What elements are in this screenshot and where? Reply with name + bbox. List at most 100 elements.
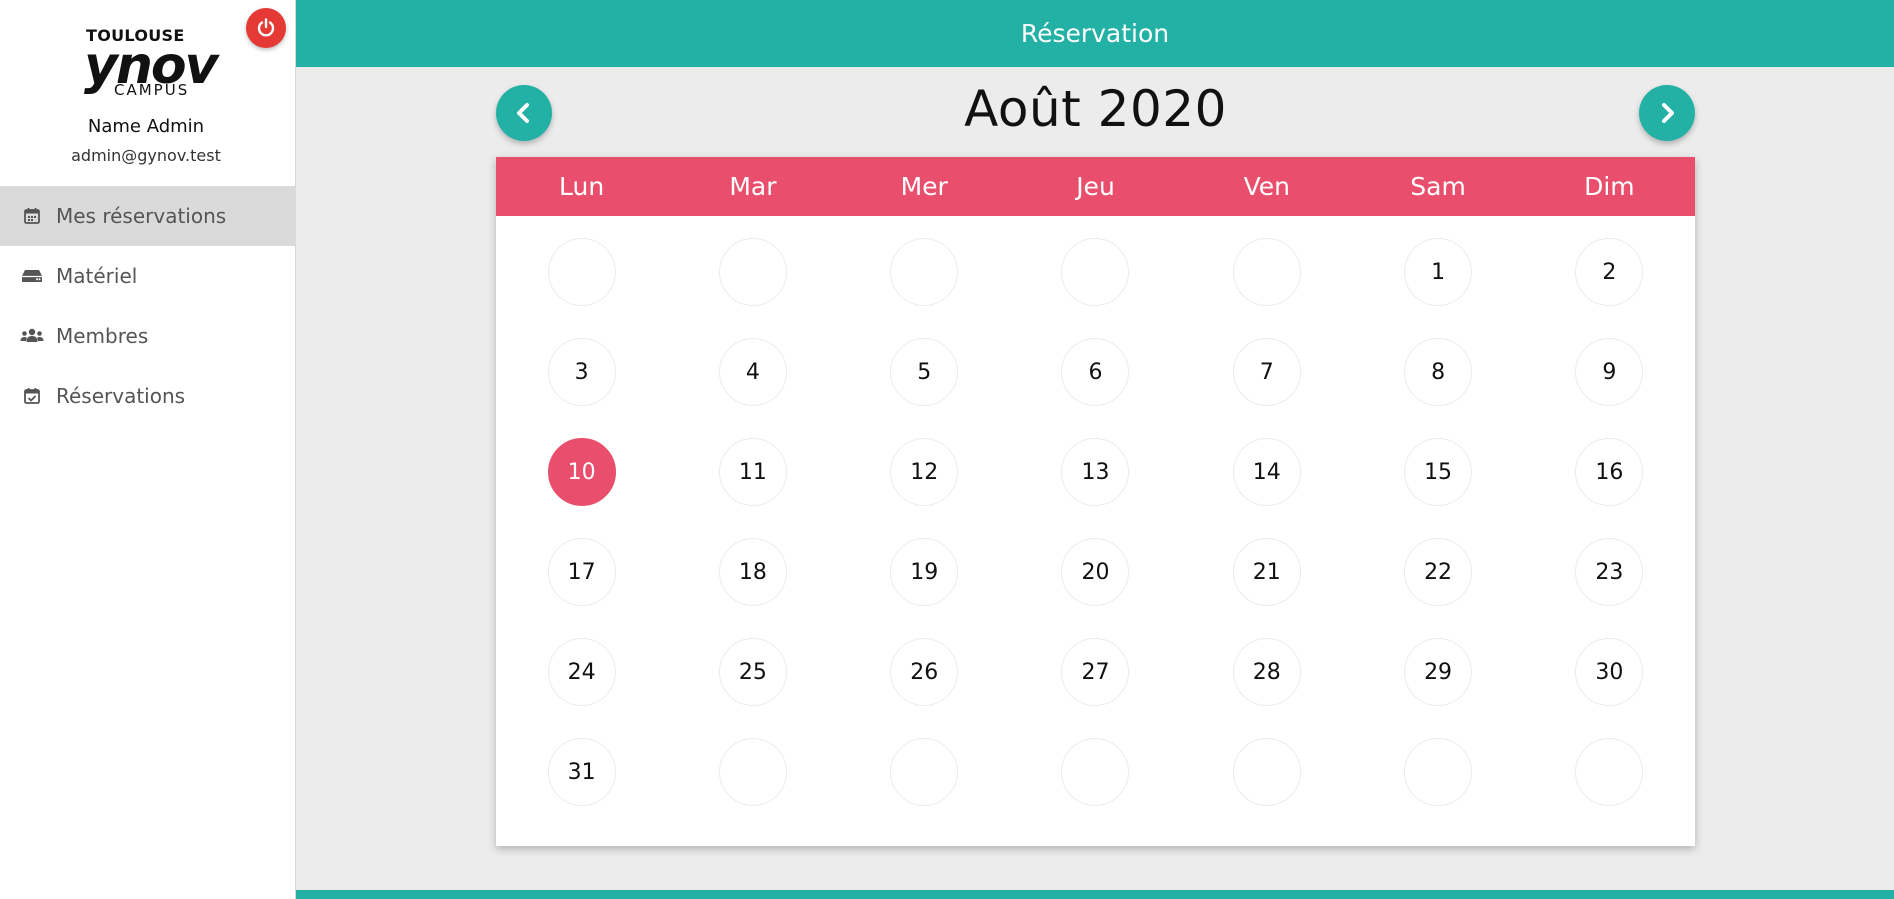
day-button[interactable]: 8: [1404, 338, 1473, 406]
calendar-icon: [20, 204, 44, 228]
day-button[interactable]: 11: [718, 438, 787, 506]
calendar-check-icon: [20, 384, 44, 408]
sidebar-item-reservations[interactable]: Réservations: [0, 366, 295, 426]
day-button[interactable]: 9: [1575, 338, 1644, 406]
day-cell: 20: [1010, 538, 1181, 638]
day-button[interactable]: 27: [1061, 638, 1130, 706]
day-cell: [1181, 238, 1352, 338]
day-cell: 27: [1010, 638, 1181, 738]
day-cell: [1352, 738, 1523, 838]
empty-day: [547, 238, 616, 306]
chevron-right-icon: [1662, 103, 1674, 123]
user-email: admin@gynov.test: [71, 146, 221, 165]
day-cell: 19: [839, 538, 1010, 638]
day-cell: [1181, 738, 1352, 838]
day-button-selected[interactable]: 10: [547, 438, 616, 506]
weekday-label: Ven: [1243, 172, 1290, 201]
day-button[interactable]: 17: [547, 538, 616, 606]
day-cell: 10: [496, 438, 667, 538]
day-button[interactable]: 3: [547, 338, 616, 406]
day-cell: 26: [839, 638, 1010, 738]
day-cell: 11: [667, 438, 838, 538]
day-button[interactable]: 31: [547, 738, 616, 806]
day-button[interactable]: 16: [1575, 438, 1644, 506]
day-cell: 14: [1181, 438, 1352, 538]
calendar: Lun Mar Mer Jeu Ven Sam Dim 1 2 3 4 5 6 7 8 9 10 1…: [496, 157, 1695, 846]
footer-bar: [296, 890, 1894, 899]
day-button[interactable]: 14: [1232, 438, 1301, 506]
day-button[interactable]: 5: [890, 338, 959, 406]
empty-day: [718, 238, 787, 306]
day-cell: 13: [1010, 438, 1181, 538]
day-cell: 23: [1524, 538, 1695, 638]
day-cell: 30: [1524, 638, 1695, 738]
day-button[interactable]: 22: [1404, 538, 1473, 606]
day-button[interactable]: 12: [890, 438, 959, 506]
day-button[interactable]: 4: [718, 338, 787, 406]
day-cell: 12: [839, 438, 1010, 538]
weekday-label: Lun: [559, 172, 605, 201]
sidebar-item-label: Réservations: [56, 384, 186, 408]
day-button[interactable]: 13: [1061, 438, 1130, 506]
day-button[interactable]: 24: [547, 638, 616, 706]
power-icon: [257, 18, 275, 37]
day-button[interactable]: 28: [1232, 638, 1301, 706]
day-cell: 28: [1181, 638, 1352, 738]
sidebar-item-label: Membres: [56, 324, 149, 348]
day-button[interactable]: 26: [890, 638, 959, 706]
logo-line-3: CAMPUS: [114, 81, 190, 99]
day-cell: 29: [1352, 638, 1523, 738]
users-icon: [20, 324, 44, 348]
day-cell: 18: [667, 538, 838, 638]
day-cell: [667, 238, 838, 338]
sidebar-item-mes-reservations[interactable]: Mes réservations: [0, 186, 295, 246]
empty-day: [1232, 238, 1301, 306]
day-cell: 24: [496, 638, 667, 738]
sidebar: TOULOUSE ynov CAMPUS Name Admin admin@gy…: [0, 0, 296, 899]
day-button[interactable]: 6: [1061, 338, 1130, 406]
day-button[interactable]: 19: [890, 538, 959, 606]
day-button[interactable]: 25: [718, 638, 787, 706]
weekday-header: Lun Mar Mer Jeu Ven Sam Dim: [496, 157, 1695, 216]
day-cell: 6: [1010, 338, 1181, 438]
day-cell: [839, 238, 1010, 338]
day-button[interactable]: 1: [1404, 238, 1473, 306]
sidebar-item-membres[interactable]: Membres: [0, 306, 295, 366]
weekday-label: Sam: [1410, 172, 1466, 201]
day-button[interactable]: 30: [1575, 638, 1644, 706]
day-button[interactable]: 18: [718, 538, 787, 606]
day-cell: 22: [1352, 538, 1523, 638]
day-button[interactable]: 7: [1232, 338, 1301, 406]
day-cell: 15: [1352, 438, 1523, 538]
day-button[interactable]: 15: [1404, 438, 1473, 506]
logout-button[interactable]: [246, 8, 286, 48]
weekday-label: Dim: [1584, 172, 1635, 201]
day-button[interactable]: 23: [1575, 538, 1644, 606]
empty-day: [718, 738, 787, 806]
day-cell: 16: [1524, 438, 1695, 538]
empty-day: [1404, 738, 1473, 806]
day-button[interactable]: 20: [1061, 538, 1130, 606]
day-cell: [839, 738, 1010, 838]
day-cell: 9: [1524, 338, 1695, 438]
day-cell: 25: [667, 638, 838, 738]
page-title: Réservation: [1020, 19, 1170, 48]
empty-day: [1232, 738, 1301, 806]
sidebar-item-materiel[interactable]: Matériel: [0, 246, 295, 306]
day-cell: 17: [496, 538, 667, 638]
empty-day: [1575, 738, 1644, 806]
day-button[interactable]: 2: [1575, 238, 1644, 306]
page-header: Réservation: [296, 0, 1894, 67]
day-button[interactable]: 29: [1404, 638, 1473, 706]
weekday-label: Jeu: [1076, 172, 1115, 201]
day-cell: 3: [496, 338, 667, 438]
hard-drive-icon: [20, 264, 44, 288]
day-cell: [1524, 738, 1695, 838]
day-button[interactable]: 21: [1232, 538, 1301, 606]
next-month-button[interactable]: [1639, 85, 1695, 141]
logo: TOULOUSE ynov CAMPUS: [84, 26, 219, 100]
day-cell: 2: [1524, 238, 1695, 338]
day-cell: [667, 738, 838, 838]
calendar-grid: 1 2 3 4 5 6 7 8 9 10 11 12 13 14 15 16 17 18 19 20 21 22 23 24 2…: [496, 216, 1695, 838]
day-cell: 5: [839, 338, 1010, 438]
